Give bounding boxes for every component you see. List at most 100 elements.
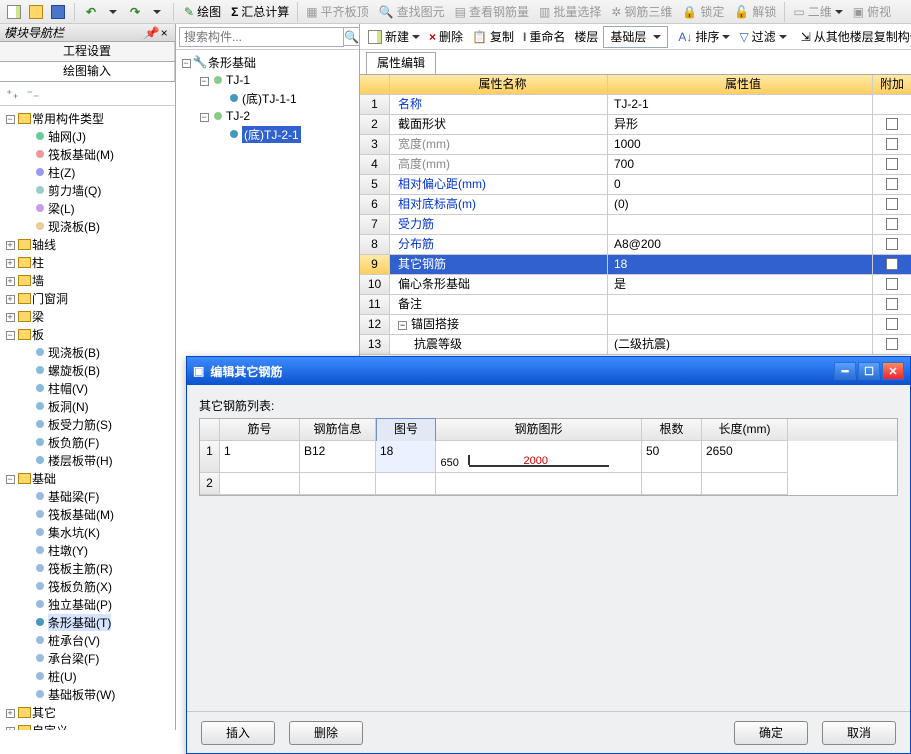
prop-add-checkbox[interactable] xyxy=(873,115,911,134)
prop-value[interactable] xyxy=(608,295,873,314)
prop-value[interactable] xyxy=(608,315,873,334)
nav-found-item[interactable]: 独立基础(P) xyxy=(48,596,112,613)
search-input[interactable] xyxy=(179,27,344,47)
prop-value[interactable]: 是 xyxy=(608,275,873,294)
toggle-icon[interactable]: + xyxy=(4,237,16,251)
nav-slab-item[interactable]: 板洞(N) xyxy=(48,398,89,415)
nav-doorwin[interactable]: 门窗洞 xyxy=(32,290,68,307)
save-file-button[interactable] xyxy=(48,2,68,22)
dialog-titlebar[interactable]: ▣ 编辑其它钢筋 ━ ☐ ✕ xyxy=(187,357,910,385)
prop-value[interactable]: 异形 xyxy=(608,115,873,134)
nav-found-item[interactable]: 条形基础(T) xyxy=(48,614,111,631)
nav-common-item[interactable]: 轴网(J) xyxy=(48,128,86,145)
nav-found-item[interactable]: 筏板负筋(X) xyxy=(48,578,112,595)
rebar-bar-no[interactable]: 1 xyxy=(220,441,300,473)
nav-other[interactable]: 其它 xyxy=(32,704,56,721)
nav-common-item[interactable]: 现浇板(B) xyxy=(48,218,100,235)
nav-found-item[interactable]: 柱墩(Y) xyxy=(48,542,88,559)
sum-calc-button[interactable]: Σ汇总计算 xyxy=(227,1,293,23)
nav-common-item[interactable]: 剪力墙(Q) xyxy=(48,182,101,199)
nav-slab-item[interactable]: 现浇板(B) xyxy=(48,344,100,361)
component-type-tree[interactable]: −常用构件类型轴网(J)筏板基础(M)柱(Z)剪力墙(Q)梁(L)现浇板(B)+… xyxy=(0,106,175,730)
prop-name[interactable]: 高度(mm) xyxy=(390,155,608,174)
prop-add-checkbox[interactable] xyxy=(873,295,911,314)
rebar-bar-no[interactable] xyxy=(220,473,300,495)
toggle-icon[interactable]: + xyxy=(4,255,16,269)
nav-pillar[interactable]: 柱 xyxy=(32,254,44,271)
rebar-shape[interactable] xyxy=(436,473,642,495)
rebar-length[interactable] xyxy=(702,473,788,495)
tree-root-label[interactable]: 条形基础 xyxy=(208,54,256,71)
insert-button[interactable]: 插入 xyxy=(201,721,275,745)
nav-found-item[interactable]: 基础梁(F) xyxy=(48,488,99,505)
prop-add-checkbox[interactable] xyxy=(873,255,911,274)
prop-name[interactable]: 分布筋 xyxy=(390,235,608,254)
toggle-icon[interactable]: − xyxy=(4,471,16,485)
prop-add-checkbox[interactable] xyxy=(873,335,911,354)
filter-button[interactable]: ▽过滤 xyxy=(735,26,790,48)
ortho-view-button[interactable]: ▣俯视 xyxy=(849,1,895,23)
rebar-3d-button[interactable]: ✲钢筋三维 xyxy=(607,1,676,23)
nav-beam[interactable]: 梁 xyxy=(32,308,44,325)
prop-name[interactable]: 抗震等级 xyxy=(390,335,608,354)
prop-name[interactable]: −锚固搭接 xyxy=(390,315,608,334)
rebar-info[interactable]: B12 xyxy=(300,441,376,473)
toggle-icon[interactable]: + xyxy=(4,273,16,287)
nav-slab-item[interactable]: 螺旋板(B) xyxy=(48,362,100,379)
nav-slab-item[interactable]: 板受力筋(S) xyxy=(48,416,112,433)
copy-button[interactable]: 📋复制 xyxy=(468,26,518,48)
draw-button[interactable]: ✎绘图 xyxy=(180,1,225,23)
new-file-button[interactable] xyxy=(4,2,24,22)
nav-wall[interactable]: 墙 xyxy=(32,272,44,289)
nav-found-item[interactable]: 筏板主筋(R) xyxy=(48,560,113,577)
nav-slab-item[interactable]: 柱帽(V) xyxy=(48,380,88,397)
lock-button[interactable]: 🔒锁定 xyxy=(678,1,728,23)
nav-found-item[interactable]: 基础板带(W) xyxy=(48,686,115,703)
delete-row-button[interactable]: 删除 xyxy=(289,721,363,745)
tab-draw-input[interactable]: 绘图输入 xyxy=(0,62,175,81)
delete-button[interactable]: ×删除 xyxy=(425,26,467,48)
nav-common-item[interactable]: 筏板基础(M) xyxy=(48,146,114,163)
new-button[interactable]: 新建 xyxy=(364,26,424,48)
close-icon[interactable]: ✕ xyxy=(882,362,904,380)
redo-button[interactable]: ↷ xyxy=(125,2,145,22)
unlock-button[interactable]: 🔓解锁 xyxy=(730,1,780,23)
nav-found-item[interactable]: 筏板基础(M) xyxy=(48,506,114,523)
prop-add-checkbox[interactable] xyxy=(873,315,911,334)
tree-node-tj2[interactable]: TJ-2 xyxy=(226,109,250,123)
prop-value[interactable]: 1000 xyxy=(608,135,873,154)
toggle-icon[interactable]: + xyxy=(4,705,16,719)
tab-property-editor[interactable]: 属性编辑 xyxy=(366,52,436,74)
undo-button[interactable]: ↶ xyxy=(81,2,101,22)
nav-custom[interactable]: 自定义 xyxy=(32,722,68,731)
rename-button[interactable]: I重命名 xyxy=(519,26,569,48)
prop-add-checkbox[interactable] xyxy=(873,235,911,254)
minimize-icon[interactable]: ━ xyxy=(834,362,856,380)
view-rebar-qty-button[interactable]: ▤查看钢筋量 xyxy=(451,1,533,23)
search-icon[interactable]: 🔍 xyxy=(344,27,360,46)
nav-found-item[interactable]: 桩承台(V) xyxy=(48,632,100,649)
prop-name[interactable]: 宽度(mm) xyxy=(390,135,608,154)
nav-foundation[interactable]: 基础 xyxy=(32,470,56,487)
maximize-icon[interactable]: ☐ xyxy=(858,362,880,380)
prop-name[interactable]: 备注 xyxy=(390,295,608,314)
rebar-count[interactable]: 50 xyxy=(642,441,702,473)
prop-name[interactable]: 截面形状 xyxy=(390,115,608,134)
prop-value[interactable]: 0 xyxy=(608,175,873,194)
rebar-length[interactable]: 2650 xyxy=(702,441,788,473)
rebar-count[interactable] xyxy=(642,473,702,495)
prop-value[interactable]: 700 xyxy=(608,155,873,174)
prop-name[interactable]: 受力筋 xyxy=(390,215,608,234)
prop-add-checkbox[interactable] xyxy=(873,155,911,174)
rebar-shape[interactable]: 6502000 xyxy=(436,441,642,473)
toggle-icon[interactable]: + xyxy=(4,309,16,323)
nav-found-item[interactable]: 承台梁(F) xyxy=(48,650,99,667)
prop-name[interactable]: 名称 xyxy=(390,95,608,114)
tree-node-tj1-1[interactable]: (底)TJ-1-1 xyxy=(242,90,297,107)
nav-axis[interactable]: 轴线 xyxy=(32,236,56,253)
prop-name[interactable]: 偏心条形基础 xyxy=(390,275,608,294)
open-file-button[interactable] xyxy=(26,2,46,22)
collapse-icon[interactable]: − xyxy=(198,109,210,123)
tree-node-tj2-1[interactable]: (底)TJ-2-1 xyxy=(242,126,301,143)
rebar-info[interactable] xyxy=(300,473,376,495)
